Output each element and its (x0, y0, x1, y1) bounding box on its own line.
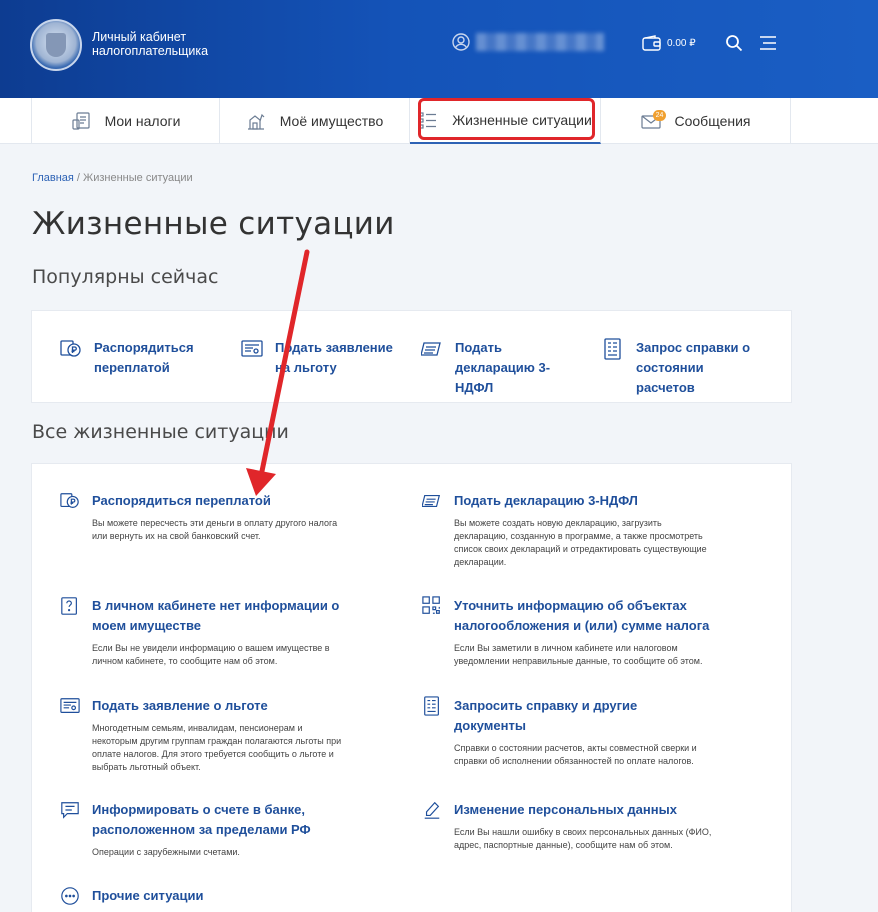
fns-logo[interactable] (30, 19, 82, 71)
taxes-icon (71, 112, 90, 130)
all-situations-heading: Все жизненные ситуации (32, 421, 289, 443)
situation-clarify-tax-objects[interactable]: Уточнить информацию об объектах налогооб… (422, 596, 712, 668)
breadcrumb: Главная / Жизненные ситуации (32, 172, 193, 184)
qr-icon (422, 596, 440, 614)
application-icon (60, 698, 80, 713)
popular-card: Распорядиться переплатой Подать заявлени… (31, 310, 792, 403)
messages-count-badge: 24 (653, 110, 666, 121)
breadcrumb-home[interactable]: Главная (32, 172, 74, 184)
popular-item-settlement-certificate[interactable]: Запрос справки о состоянии расчетов (602, 338, 766, 398)
header: Личный кабинет налогоплательщика 0.00 ₽ (0, 0, 878, 98)
page-title: Жизненные ситуации (32, 206, 395, 242)
all-situations-card: Распорядиться переплатой Вы можете перес… (31, 463, 792, 912)
tab-my-property[interactable]: Моё имущество (220, 98, 410, 144)
ruble-icon (60, 340, 81, 357)
situation-benefit-application[interactable]: Подать заявление о льготе Многодетным се… (60, 696, 350, 774)
user-icon[interactable] (452, 33, 470, 51)
document-icon (604, 338, 621, 360)
search-icon[interactable] (725, 34, 743, 52)
situation-foreign-bank-account[interactable]: Информировать о счете в банке, расположе… (60, 800, 350, 859)
situation-3ndfl[interactable]: Подать декларацию 3-НДФЛ Вы можете созда… (422, 491, 712, 569)
ruble-icon (60, 493, 79, 508)
property-icon (247, 113, 265, 130)
more-icon (61, 887, 79, 905)
situation-no-property-info[interactable]: В личном кабинете нет информации о моем … (60, 596, 350, 668)
brand-title[interactable]: Личный кабинет налогоплательщика (92, 30, 208, 58)
tab-messages[interactable]: Сообщения (601, 98, 791, 144)
document-icon (424, 696, 439, 716)
situation-request-certificate[interactable]: Запросить справку и другие документы Спр… (422, 696, 712, 768)
question-icon (61, 597, 77, 615)
tab-highlight-annotation (418, 98, 595, 140)
situation-other[interactable]: Прочие ситуации (60, 886, 350, 906)
application-icon (241, 340, 263, 357)
popular-item-overpayment[interactable]: Распорядиться переплатой (60, 338, 224, 378)
declaration-icon (422, 494, 441, 508)
popular-heading: Популярны сейчас (32, 266, 219, 288)
user-name-blurred[interactable] (476, 33, 604, 51)
chat-icon (61, 802, 79, 819)
situation-personal-data[interactable]: Изменение персональных данных Если Вы на… (422, 800, 712, 852)
tab-my-taxes[interactable]: Мои налоги (31, 98, 220, 144)
breadcrumb-current: Жизненные ситуации (83, 172, 193, 184)
menu-icon[interactable] (760, 36, 776, 50)
declaration-icon (421, 342, 441, 356)
popular-item-3ndfl[interactable]: Подать декларацию 3-НДФЛ (421, 338, 585, 398)
wallet-icon[interactable] (642, 35, 662, 51)
pen-icon (424, 801, 440, 819)
situation-overpayment[interactable]: Распорядиться переплатой Вы можете перес… (60, 491, 350, 543)
balance-amount[interactable]: 0.00 ₽ (667, 38, 696, 49)
popular-item-benefit-application[interactable]: Подать заявление на льготу (241, 338, 405, 378)
